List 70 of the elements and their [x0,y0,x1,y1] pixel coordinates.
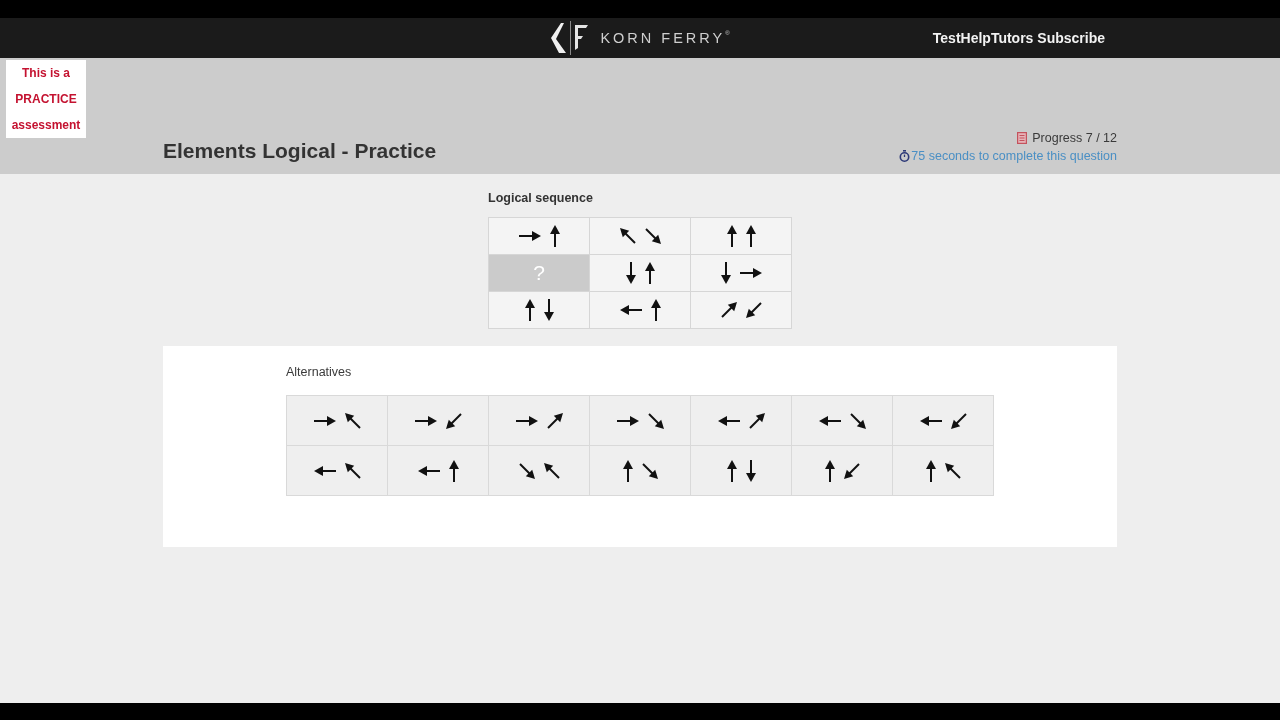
down-arrow-icon [543,299,554,321]
up-left-arrow-icon [944,462,961,479]
practice-notice: This is a PRACTICE assessment [6,60,86,138]
up-arrow-icon [549,225,560,247]
up-left-arrow-icon [543,462,560,479]
down-arrow-icon [625,262,636,284]
answer-option[interactable] [489,396,589,445]
left-arrow-icon [313,465,336,476]
left-arrow-icon [919,415,942,426]
down-right-arrow-icon [644,228,661,244]
up-arrow-icon [726,225,737,247]
answer-option[interactable] [287,396,387,445]
answer-option[interactable] [691,396,791,445]
down-right-arrow-icon [849,412,866,429]
left-arrow-icon [717,415,740,426]
progress-text: Progress 7 / 12 [1032,131,1117,145]
answer-option[interactable] [388,396,488,445]
answer-option[interactable] [388,446,488,495]
down-right-arrow-icon [641,462,658,479]
up-right-arrow-icon [720,302,737,318]
up-left-arrow-icon [619,228,636,244]
answer-option[interactable] [893,446,993,495]
answer-option[interactable] [792,446,892,495]
down-arrow-icon [745,459,756,482]
down-left-arrow-icon [950,412,967,429]
up-arrow-icon [644,262,655,284]
up-arrow-icon [925,459,936,482]
channel-subscribe-text: TestHelpTutors Subscribe [932,30,1105,46]
page-title: Elements Logical - Practice [163,138,437,164]
up-right-arrow-icon [546,412,563,429]
section-heading: Alternatives [286,364,353,380]
section-heading: Logical sequence [488,190,594,206]
left-arrow-icon [619,305,642,315]
right-arrow-icon [518,231,541,241]
answer-option[interactable] [590,396,690,445]
up-right-arrow-icon [748,412,765,429]
up-arrow-icon [448,459,459,482]
up-arrow-icon [824,459,835,482]
stopwatch-icon [899,150,911,162]
left-arrow-icon [818,415,841,426]
answer-option[interactable] [893,396,993,445]
answer-option[interactable] [489,446,589,495]
document-icon [1017,132,1028,144]
right-arrow-icon [414,415,437,426]
right-arrow-icon [739,268,762,278]
up-arrow-icon [745,225,756,247]
down-left-arrow-icon [745,302,762,318]
up-arrow-icon [622,459,633,482]
up-left-arrow-icon [344,462,361,479]
answer-box: ? [489,255,589,291]
logo-icon [550,21,591,55]
answer-option[interactable] [590,446,690,495]
timer-text: 75 seconds to complete this question [911,149,1117,163]
brand-name: KORN FERRY$^{®}$ [600,30,730,46]
up-arrow-icon [650,299,661,321]
down-right-arrow-icon [647,412,664,429]
right-arrow-icon [313,415,336,426]
down-right-arrow-icon [518,462,535,479]
down-left-arrow-icon [445,412,462,429]
answer-option[interactable] [691,446,791,495]
answer-option[interactable] [287,446,387,495]
up-arrow-icon [726,459,737,482]
down-left-arrow-icon [843,462,860,479]
right-arrow-icon [515,415,538,426]
answer-option[interactable] [792,396,892,445]
up-arrow-icon [524,299,535,321]
right-arrow-icon [616,415,639,426]
up-left-arrow-icon [344,412,361,429]
down-arrow-icon [720,262,731,284]
left-arrow-icon [417,465,440,476]
